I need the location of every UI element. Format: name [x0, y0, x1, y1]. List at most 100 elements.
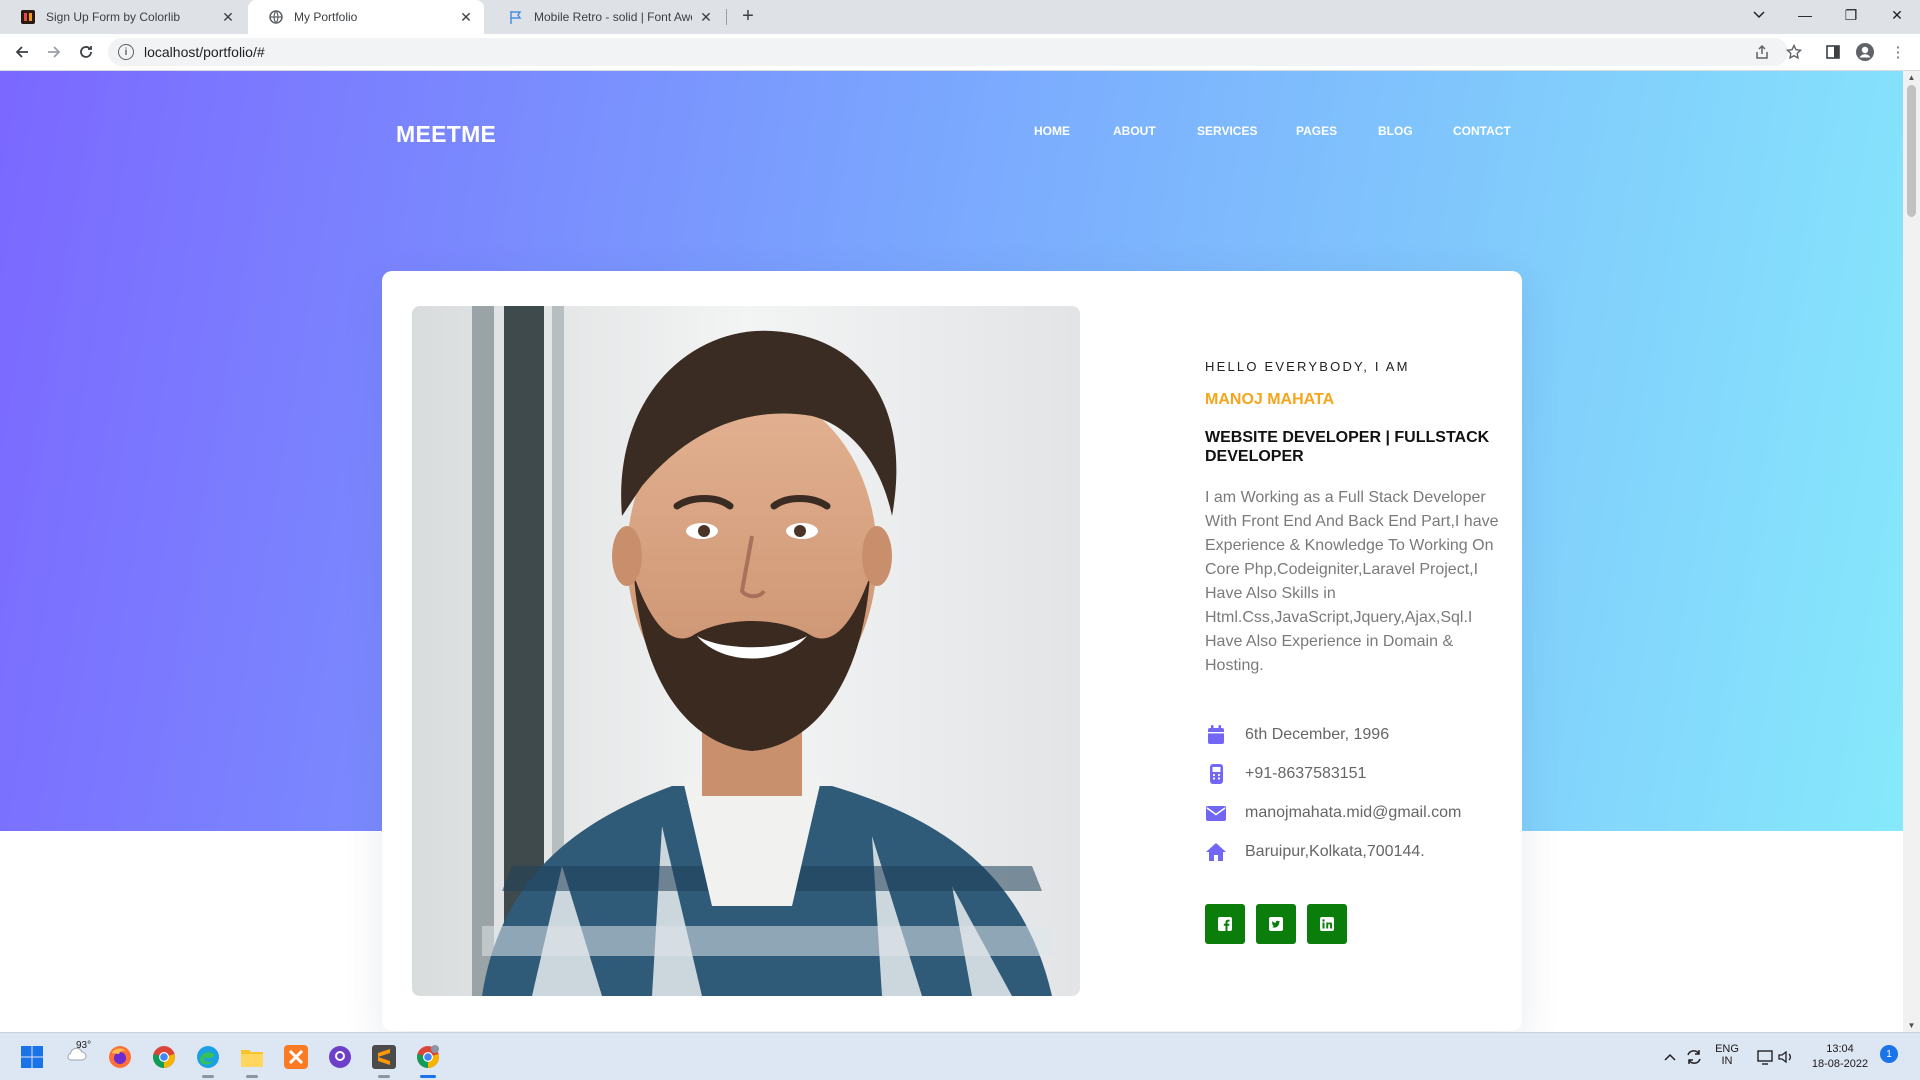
- close-icon[interactable]: ✕: [698, 9, 714, 26]
- chrome-active-app-icon[interactable]: [414, 1043, 442, 1071]
- weather-temp: 93°: [76, 1040, 92, 1051]
- sublime-text-app-icon[interactable]: [370, 1043, 398, 1071]
- mobile-retro-icon: [1205, 763, 1227, 785]
- profile-name: MANOJ MAHATA: [1205, 391, 1335, 408]
- intro-block: HELLO EVERYBODY, I AM MANOJ MAHATA WEBSI…: [1205, 359, 1505, 678]
- close-window-button[interactable]: ✕: [1874, 0, 1920, 30]
- reload-icon: [80, 46, 92, 58]
- twitter-button[interactable]: [1256, 904, 1296, 944]
- scroll-up-arrow[interactable]: ▲: [1903, 73, 1920, 82]
- contact-birthdate: 6th December, 1996: [1205, 724, 1525, 746]
- scrollbar-thumb[interactable]: [1907, 85, 1916, 217]
- home-icon: [1205, 841, 1227, 863]
- contact-address: Baruipur,Kolkata,700144.: [1205, 841, 1525, 863]
- greeting-text: HELLO EVERYBODY, I AM: [1205, 359, 1410, 374]
- chevron-up-icon: [1664, 1053, 1676, 1061]
- address-bar[interactable]: i localhost/portfolio/#: [108, 38, 1788, 66]
- social-links: [1205, 904, 1358, 944]
- language-code: ENG: [1715, 1043, 1739, 1055]
- facebook-icon: [1218, 917, 1232, 931]
- language-indicator[interactable]: ENG IN: [1714, 1043, 1740, 1067]
- calendar-icon: [1205, 724, 1227, 746]
- profile-avatar-icon[interactable]: [1855, 42, 1875, 62]
- tab-title: My Portfolio: [294, 10, 358, 24]
- firefox-app-icon[interactable]: [106, 1043, 134, 1071]
- clock-time: 13:04: [1826, 1043, 1854, 1055]
- contact-phone[interactable]: +91-8637583151: [1205, 763, 1525, 785]
- tab-font-awesome[interactable]: Mobile Retro - solid | Font Awesome ✕: [488, 0, 724, 34]
- contact-text: manojmahata.mid@gmail.com: [1245, 804, 1462, 821]
- volume-icon[interactable]: [1772, 1043, 1800, 1071]
- chrome-app-icon[interactable]: [150, 1043, 178, 1071]
- site-logo[interactable]: MEETME: [396, 121, 496, 148]
- browser-tab-bar: Sign Up Form by Colorlib ✕ My Portfolio …: [0, 0, 1920, 34]
- chevron-down-icon: [1753, 11, 1765, 19]
- nav-contact[interactable]: CONTACT: [1453, 124, 1511, 138]
- restore-button[interactable]: ❐: [1828, 0, 1874, 30]
- tab-divider: [726, 9, 727, 25]
- twitter-icon: [1269, 917, 1283, 931]
- running-indicator: [202, 1075, 214, 1078]
- browser-toolbar: i localhost/portfolio/# ⋮: [0, 34, 1920, 71]
- tab-sign-up-form[interactable]: Sign Up Form by Colorlib ✕: [0, 0, 246, 34]
- side-panel-icon[interactable]: [1823, 42, 1843, 62]
- contact-text: +91-8637583151: [1245, 765, 1367, 782]
- linkedin-icon: [1320, 917, 1334, 931]
- url-text: localhost/portfolio/#: [144, 44, 265, 60]
- page-scrollbar[interactable]: ▲ ▼: [1903, 71, 1920, 1032]
- arrow-right-icon: [48, 46, 61, 58]
- running-indicator: [246, 1075, 258, 1078]
- nav-about[interactable]: ABOUT: [1113, 124, 1156, 138]
- github-desktop-app-icon[interactable]: [326, 1043, 354, 1071]
- profile-bio: I am Working as a Full Stack Developer W…: [1205, 489, 1499, 674]
- tab-my-portfolio[interactable]: My Portfolio ✕: [248, 0, 484, 34]
- notification-badge[interactable]: 1: [1880, 1045, 1898, 1063]
- edge-app-icon[interactable]: [194, 1043, 222, 1071]
- close-icon[interactable]: ✕: [458, 9, 474, 26]
- linkedin-button[interactable]: [1307, 904, 1347, 944]
- nav-blog[interactable]: BLOG: [1378, 124, 1413, 138]
- profile-role: WEBSITE DEVELOPER | FULLSTACK DEVELOPER: [1205, 429, 1490, 465]
- new-tab-button[interactable]: +: [736, 5, 760, 28]
- info-icon[interactable]: i: [118, 44, 134, 60]
- tab-title: Sign Up Form by Colorlib: [46, 10, 181, 24]
- flag-icon: [508, 9, 524, 25]
- minimize-button[interactable]: —: [1782, 0, 1828, 30]
- contact-text: Baruipur,Kolkata,700144.: [1245, 843, 1425, 860]
- nav-services[interactable]: SERVICES: [1197, 124, 1257, 138]
- region-code: IN: [1721, 1055, 1733, 1067]
- kebab-menu-icon[interactable]: ⋮: [1888, 42, 1908, 62]
- envelope-icon: [1205, 802, 1227, 824]
- contact-text: 6th December, 1996: [1245, 726, 1390, 743]
- active-indicator: [420, 1075, 436, 1078]
- profile-card: HELLO EVERYBODY, I AM MANOJ MAHATA WEBSI…: [382, 271, 1522, 1031]
- nav-home[interactable]: HOME: [1034, 124, 1070, 138]
- windows-taskbar: 93° ENG IN 13:04 18-08-2022 1: [0, 1032, 1920, 1080]
- tab-title: Mobile Retro - solid | Font Awesome: [534, 10, 692, 24]
- windows-start-button[interactable]: [18, 1043, 46, 1071]
- running-indicator: [378, 1075, 390, 1078]
- portrait-illustration: [412, 306, 1080, 996]
- page-viewport: MEETME HOME ABOUT SERVICES PAGES BLOG CO…: [0, 71, 1903, 1032]
- sync-icon[interactable]: [1680, 1043, 1708, 1071]
- xampp-app-icon[interactable]: [282, 1043, 310, 1071]
- share-icon[interactable]: [1752, 42, 1772, 62]
- facebook-button[interactable]: [1205, 904, 1245, 944]
- back-button[interactable]: [10, 40, 34, 64]
- forward-button[interactable]: [42, 40, 66, 64]
- arrow-left-icon: [15, 46, 28, 58]
- reload-button[interactable]: [74, 40, 98, 64]
- file-explorer-app-icon[interactable]: [238, 1043, 266, 1071]
- profile-photo: [412, 306, 1080, 996]
- close-icon[interactable]: ✕: [220, 9, 236, 26]
- colorlib-icon: [20, 9, 36, 25]
- clock[interactable]: 13:04 18-08-2022: [1808, 1042, 1872, 1072]
- scroll-down-arrow[interactable]: ▼: [1903, 1021, 1920, 1030]
- bookmark-star-icon[interactable]: [1784, 42, 1804, 62]
- nav-pages[interactable]: PAGES: [1296, 124, 1337, 138]
- tab-search-button[interactable]: [1736, 0, 1782, 30]
- globe-icon: [268, 9, 284, 25]
- contact-email[interactable]: manojmahata.mid@gmail.com: [1205, 802, 1525, 824]
- clock-date: 18-08-2022: [1811, 1058, 1869, 1070]
- windows-logo-icon: [21, 1046, 43, 1068]
